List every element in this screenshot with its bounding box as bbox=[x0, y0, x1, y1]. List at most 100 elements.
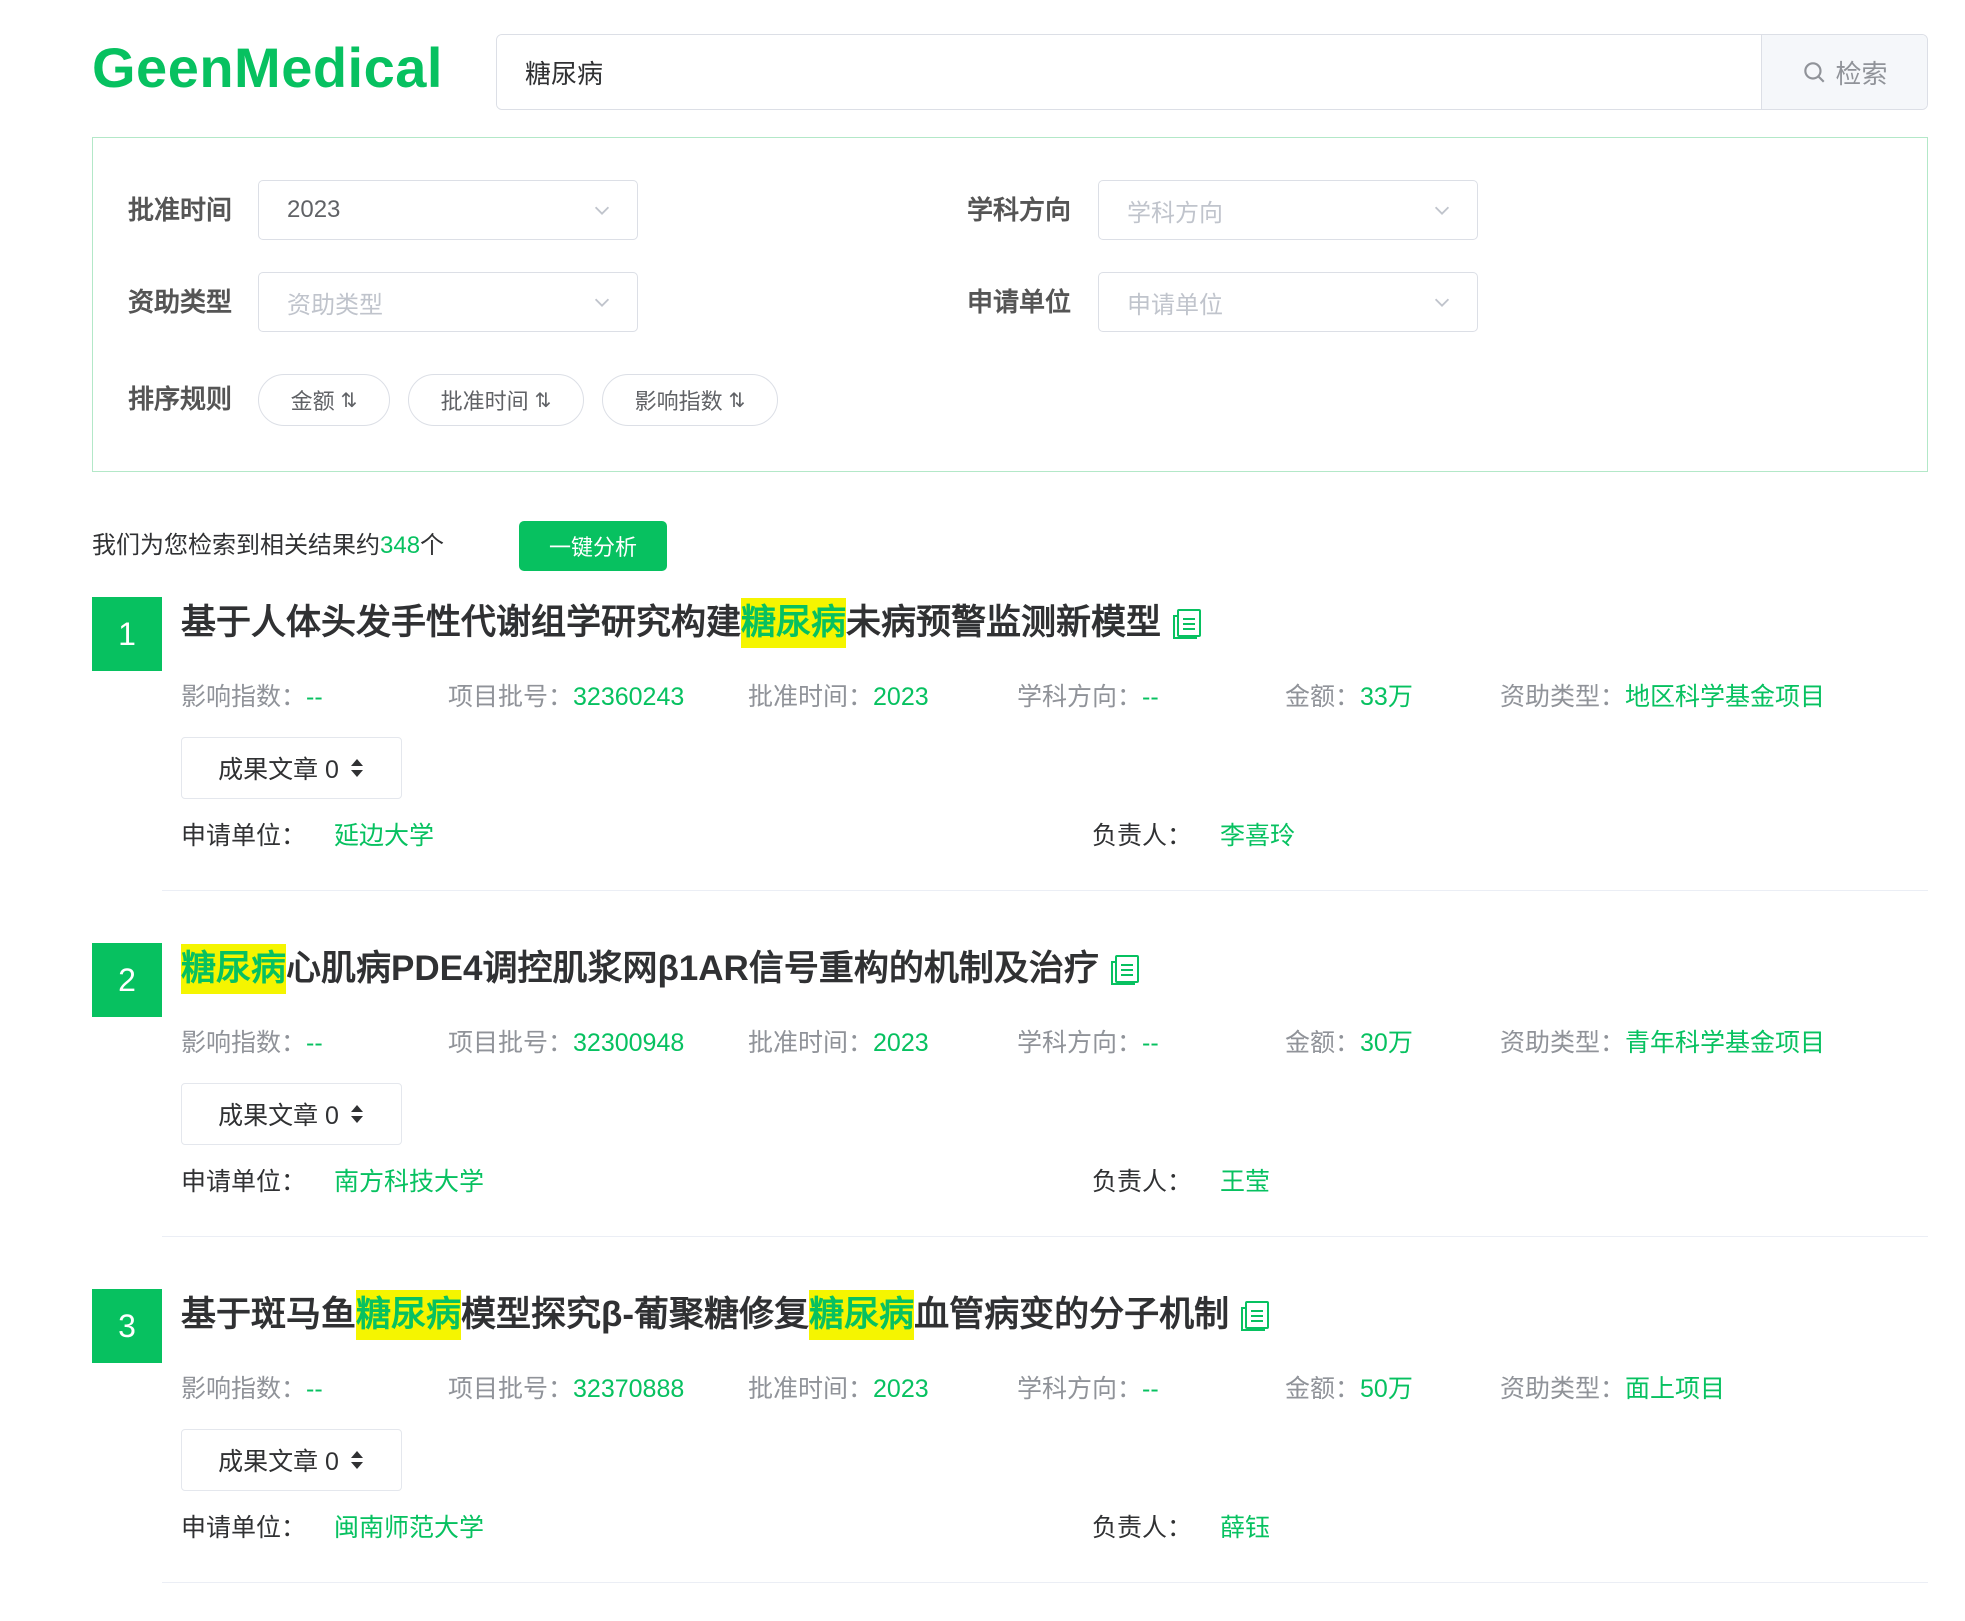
meta-impact: 影响指数：-- bbox=[181, 679, 323, 715]
leader-key: 负责人： bbox=[1092, 1514, 1193, 1542]
articles-label: 成果文章 0 bbox=[218, 756, 339, 784]
search-icon bbox=[1804, 62, 1826, 83]
institution-key: 申请单位： bbox=[181, 1168, 307, 1196]
meta-key: 影响指数： bbox=[181, 683, 307, 711]
meta-value: -- bbox=[1142, 1029, 1159, 1057]
result-divider bbox=[162, 890, 1928, 891]
funding-type-select[interactable]: 资助类型 bbox=[258, 272, 638, 332]
title-highlight: 糖尿病 bbox=[741, 598, 847, 648]
sort-approval-label: 批准时间 bbox=[440, 389, 529, 414]
analyze-button[interactable]: 一键分析 bbox=[519, 521, 667, 571]
subject-placeholder: 学科方向 bbox=[1127, 199, 1223, 227]
search-input[interactable] bbox=[497, 35, 1761, 109]
logo: GeenMedical bbox=[92, 36, 443, 99]
result-number: 3 bbox=[92, 1289, 162, 1363]
institution-value[interactable]: 延边大学 bbox=[334, 822, 434, 850]
meta-value: 32360243 bbox=[573, 683, 685, 711]
meta-value: -- bbox=[1142, 1375, 1159, 1403]
meta-amount: 金额：33万 bbox=[1285, 679, 1413, 715]
chevron-down-icon bbox=[594, 298, 610, 307]
leader-key: 负责人： bbox=[1092, 822, 1193, 850]
meta-value: 面上项目 bbox=[1625, 1375, 1726, 1403]
meta-key: 批准时间： bbox=[748, 1029, 874, 1057]
institution-line: 申请单位： 南方科技大学 bbox=[181, 1164, 484, 1200]
meta-key: 学科方向： bbox=[1017, 1375, 1143, 1403]
institution-label: 申请单位 bbox=[967, 287, 1072, 317]
chevron-down-icon bbox=[1434, 206, 1450, 215]
meta-value: 32300948 bbox=[573, 1029, 685, 1057]
meta-subject: 学科方向：-- bbox=[1017, 1025, 1159, 1061]
title-text: 未病预警监测新模型 bbox=[846, 603, 1162, 642]
result-divider bbox=[162, 1236, 1928, 1237]
sort-caret-icon bbox=[350, 1105, 363, 1123]
sort-approval-chip[interactable]: 批准时间 ⇅ bbox=[408, 374, 584, 426]
title-text: 基于人体头发手性代谢组学研究构建 bbox=[181, 603, 742, 642]
articles-dropdown[interactable]: 成果文章 0 bbox=[181, 1083, 402, 1145]
meta-approval: 批准时间：2023 bbox=[748, 679, 929, 715]
search-button[interactable]: 检索 bbox=[1761, 35, 1927, 109]
meta-approval: 批准时间：2023 bbox=[748, 1025, 929, 1061]
leader-value[interactable]: 李喜玲 bbox=[1220, 822, 1295, 850]
institution-key: 申请单位： bbox=[181, 1514, 307, 1542]
copy-icon[interactable] bbox=[1110, 953, 1143, 985]
leader-line: 负责人： 李喜玲 bbox=[1092, 818, 1295, 854]
articles-dropdown[interactable]: 成果文章 0 bbox=[181, 737, 402, 799]
meta-funding: 资助类型：地区科学基金项目 bbox=[1500, 679, 1825, 715]
title-highlight: 糖尿病 bbox=[181, 944, 287, 994]
institution-line: 申请单位： 闽南师范大学 bbox=[181, 1510, 484, 1546]
approval-time-label: 批准时间 bbox=[128, 195, 233, 225]
summary-prefix: 我们为您检索到相关结果约 bbox=[92, 532, 380, 559]
approval-time-select[interactable]: 2023 bbox=[258, 180, 638, 240]
institution-value[interactable]: 闽南师范大学 bbox=[334, 1514, 484, 1542]
meta-key: 批准时间： bbox=[748, 1375, 874, 1403]
title-text: 模型探究β-葡聚糖修复 bbox=[461, 1295, 810, 1334]
approval-time-value: 2023 bbox=[287, 196, 341, 223]
sort-icon: ⇅ bbox=[340, 389, 358, 412]
meta-value: -- bbox=[306, 683, 323, 711]
institution-placeholder: 申请单位 bbox=[1127, 291, 1223, 319]
meta-key: 金额： bbox=[1285, 1029, 1361, 1057]
result-number: 2 bbox=[92, 943, 162, 1017]
meta-subject: 学科方向：-- bbox=[1017, 1371, 1159, 1407]
sort-amount-chip[interactable]: 金额 ⇅ bbox=[258, 374, 390, 426]
institution-value[interactable]: 南方科技大学 bbox=[334, 1168, 484, 1196]
meta-value: -- bbox=[1142, 683, 1159, 711]
search-button-label: 检索 bbox=[1835, 58, 1888, 89]
meta-amount: 金额：50万 bbox=[1285, 1371, 1413, 1407]
meta-value: 50万 bbox=[1360, 1375, 1413, 1403]
title-text: 基于斑马鱼 bbox=[181, 1295, 357, 1334]
title-text: 心肌病PDE4调控肌浆网β1AR信号重构的机制及治疗 bbox=[286, 949, 1099, 988]
result-title[interactable]: 糖尿病 心肌病PDE4调控肌浆网β1AR信号重构的机制及治疗 bbox=[181, 944, 1143, 994]
subject-select[interactable]: 学科方向 bbox=[1098, 180, 1478, 240]
leader-value[interactable]: 王莹 bbox=[1220, 1168, 1270, 1196]
meta-approval: 批准时间：2023 bbox=[748, 1371, 929, 1407]
meta-key: 项目批号： bbox=[448, 1375, 574, 1403]
meta-key: 资助类型： bbox=[1500, 1375, 1626, 1403]
institution-line: 申请单位： 延边大学 bbox=[181, 818, 434, 854]
sort-caret-icon bbox=[350, 1451, 363, 1469]
institution-select[interactable]: 申请单位 bbox=[1098, 272, 1478, 332]
sort-icon: ⇅ bbox=[534, 389, 552, 412]
meta-key: 项目批号： bbox=[448, 683, 574, 711]
sort-label: 排序规则 bbox=[128, 384, 233, 414]
meta-impact: 影响指数：-- bbox=[181, 1371, 323, 1407]
meta-key: 金额： bbox=[1285, 1375, 1361, 1403]
subject-label: 学科方向 bbox=[967, 195, 1072, 225]
articles-dropdown[interactable]: 成果文章 0 bbox=[181, 1429, 402, 1491]
chevron-down-icon bbox=[594, 206, 610, 215]
meta-impact: 影响指数：-- bbox=[181, 1025, 323, 1061]
meta-key: 资助类型： bbox=[1500, 683, 1626, 711]
meta-value: 2023 bbox=[873, 1029, 929, 1057]
sort-impact-chip[interactable]: 影响指数 ⇅ bbox=[602, 374, 778, 426]
copy-icon[interactable] bbox=[1241, 1299, 1273, 1331]
meta-subject: 学科方向：-- bbox=[1017, 679, 1159, 715]
leader-line: 负责人： 王莹 bbox=[1092, 1164, 1270, 1200]
meta-value: -- bbox=[306, 1375, 323, 1403]
meta-value: 30万 bbox=[1360, 1029, 1413, 1057]
title-text: 血管病变的分子机制 bbox=[914, 1295, 1230, 1334]
copy-icon[interactable] bbox=[1173, 607, 1205, 639]
leader-value[interactable]: 薛钰 bbox=[1220, 1514, 1270, 1542]
result-title[interactable]: 基于人体头发手性代谢组学研究构建 糖尿病 未病预警监测新模型 bbox=[181, 598, 1205, 648]
result-title[interactable]: 基于斑马鱼 糖尿病 模型探究β-葡聚糖修复 糖尿病 血管病变的分子机制 bbox=[181, 1290, 1273, 1340]
meta-project-no: 项目批号：32370888 bbox=[448, 1371, 684, 1407]
